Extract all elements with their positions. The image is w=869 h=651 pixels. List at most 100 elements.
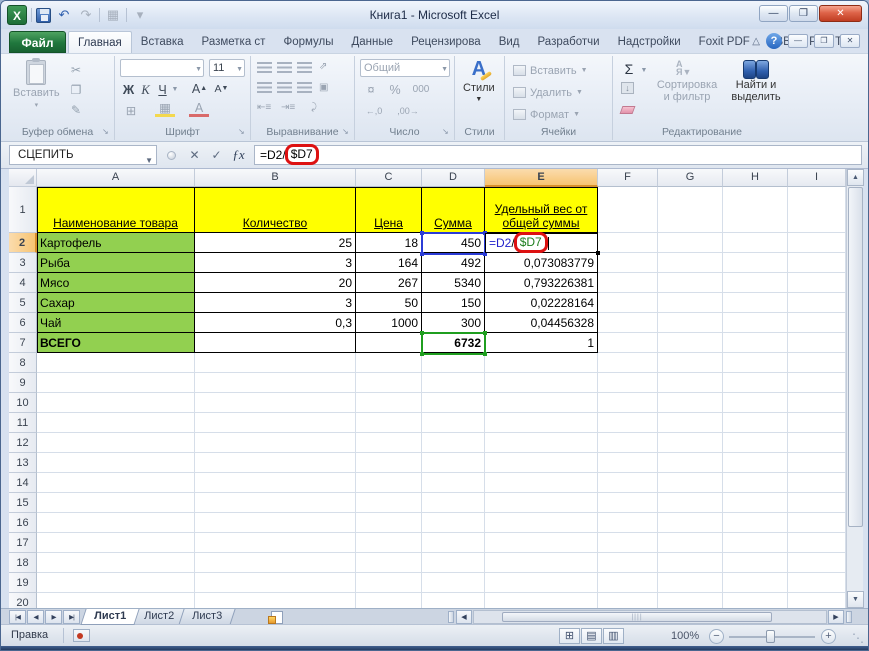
cell-B3[interactable]: 3 — [195, 253, 356, 273]
excel-app-icon[interactable]: X — [7, 5, 27, 25]
workbook-close-button[interactable]: ✕ — [840, 34, 860, 48]
ribbon-tab-данные[interactable]: Данные — [343, 31, 403, 53]
column-header-e[interactable]: E — [485, 169, 598, 187]
hscroll-left-button[interactable]: ◀ — [456, 610, 472, 624]
last-sheet-button[interactable]: ▶| — [63, 610, 80, 624]
ribbon-tab-рецензирова[interactable]: Рецензирова — [402, 31, 490, 53]
increase-indent-button[interactable]: ⇥≡ — [281, 102, 295, 113]
row-header-18[interactable]: 18 — [9, 553, 37, 573]
cell-D2[interactable]: 450 — [422, 233, 485, 253]
column-header-d[interactable]: D — [422, 169, 485, 187]
cell-A3[interactable]: Рыба — [37, 253, 195, 273]
enter-button[interactable]: ✓ — [207, 146, 226, 164]
save-button[interactable] — [36, 8, 51, 23]
ribbon-tab-разметка-ст[interactable]: Разметка ст — [193, 31, 275, 53]
cell-C4[interactable]: 267 — [356, 273, 422, 293]
column-header-f[interactable]: F — [598, 169, 658, 187]
row-header-19[interactable]: 19 — [9, 573, 37, 593]
align-bottom-icon[interactable] — [297, 62, 312, 73]
accounting-format-button[interactable]: ¤ — [361, 81, 381, 99]
cell-B7[interactable] — [195, 333, 356, 353]
cell-A1[interactable]: Наименование товара — [37, 187, 195, 233]
cell-E1[interactable]: Удельный вес от общей суммы — [485, 187, 598, 233]
row-header-2[interactable]: 2 — [9, 233, 37, 253]
row-header-12[interactable]: 12 — [9, 433, 37, 453]
underline-button[interactable]: Ч — [155, 81, 170, 99]
zoom-level[interactable]: 100% — [671, 630, 699, 642]
fill-color-button[interactable]: ▦ — [155, 102, 175, 117]
vertical-scrollbar[interactable]: ▲ ▼ — [846, 169, 863, 608]
prev-sheet-button[interactable]: ◀ — [27, 610, 44, 624]
cell-D4[interactable]: 5340 — [422, 273, 485, 293]
font-size-combo[interactable]: 11▼ — [209, 59, 245, 77]
cell-E2[interactable]: =D2/$D7 — [485, 233, 598, 253]
shrink-font-button[interactable]: А▼ — [213, 80, 230, 98]
cell-D5[interactable]: 150 — [422, 293, 485, 313]
font-dialog-launcher[interactable]: ↘ — [238, 128, 247, 137]
macro-record-button[interactable] — [73, 629, 90, 642]
styles-button[interactable]: А Стили ▼ — [463, 58, 495, 103]
ribbon-tab-главная[interactable]: Главная — [68, 31, 132, 53]
workbook-minimize-button[interactable]: — — [788, 34, 808, 48]
font-name-combo[interactable]: ▼ — [120, 59, 204, 77]
restore-button[interactable]: ❐ — [789, 5, 818, 22]
grow-font-button[interactable]: А▲ — [191, 80, 208, 98]
cell-A7[interactable]: ВСЕГО — [37, 333, 195, 353]
row-header-17[interactable]: 17 — [9, 533, 37, 553]
decrease-indent-button[interactable]: ⇤≡ — [257, 102, 271, 113]
resize-grip[interactable]: ⋱ — [852, 631, 864, 645]
sheet-tab-лист3[interactable]: Лист3 — [179, 609, 236, 625]
horizontal-scroll-thumb[interactable] — [502, 612, 772, 622]
number-format-combo[interactable]: Общий▼ — [360, 59, 450, 77]
cell-E5[interactable]: 0,02228164 — [485, 293, 598, 313]
wrap-text-button[interactable]: ⤸ — [311, 102, 317, 113]
tab-split-handle[interactable] — [448, 611, 454, 623]
orientation-button[interactable]: ⇗ — [319, 61, 327, 72]
cell-D7[interactable]: 6732 — [422, 333, 485, 353]
row-header-8[interactable]: 8 — [9, 353, 37, 373]
page-break-view-button[interactable]: ▥ — [603, 628, 624, 644]
column-header-i[interactable]: I — [788, 169, 846, 187]
undo-button[interactable]: ↶ — [55, 6, 73, 24]
bold-button[interactable]: Ж — [121, 81, 136, 99]
hscroll-split-handle[interactable] — [846, 611, 852, 623]
horizontal-scrollbar[interactable] — [473, 610, 827, 624]
row-header-11[interactable]: 11 — [9, 413, 37, 433]
find-select-button[interactable]: Найти и выделить — [725, 60, 787, 103]
column-header-g[interactable]: G — [658, 169, 723, 187]
cell-B2[interactable]: 25 — [195, 233, 356, 253]
cell-C2[interactable]: 18 — [356, 233, 422, 253]
row-header-6[interactable]: 6 — [9, 313, 37, 333]
ribbon-tab-вид[interactable]: Вид — [490, 31, 529, 53]
cell-grid[interactable]: Наименование товараКоличествоЦенаСуммаУд… — [37, 187, 846, 608]
percent-style-button[interactable]: % — [387, 81, 403, 99]
row-header-1[interactable]: 1 — [9, 187, 37, 233]
clipboard-dialog-launcher[interactable]: ↘ — [102, 128, 111, 137]
clear-button[interactable] — [620, 106, 636, 114]
row-header-16[interactable]: 16 — [9, 513, 37, 533]
cell-A4[interactable]: Мясо — [37, 273, 195, 293]
ribbon-tab-вставка[interactable]: Вставка — [132, 31, 193, 53]
row-header-10[interactable]: 10 — [9, 393, 37, 413]
ribbon-tab-foxit-pdf[interactable]: Foxit PDF — [690, 31, 759, 53]
fill-button[interactable]: ↓ — [621, 82, 634, 94]
help-icon[interactable]: ? — [766, 33, 782, 49]
cell-B1[interactable]: Количество — [195, 187, 356, 233]
formula-input[interactable]: =D2/$D7 — [254, 145, 862, 165]
formula-bar-splitter[interactable] — [167, 151, 176, 160]
zoom-slider-thumb[interactable] — [766, 630, 775, 643]
cell-B4[interactable]: 20 — [195, 273, 356, 293]
format-painter-button[interactable]: ✎ — [67, 102, 85, 119]
scroll-up-button[interactable]: ▲ — [847, 169, 864, 186]
cell-E7[interactable]: 1 — [485, 333, 598, 353]
minimize-button[interactable]: — — [759, 5, 788, 22]
first-sheet-button[interactable]: |◀ — [9, 610, 26, 624]
insert-cells-button[interactable]: Вставить ▼ — [513, 62, 588, 79]
cell-E6[interactable]: 0,04456328 — [485, 313, 598, 333]
vertical-scroll-thumb[interactable] — [848, 187, 863, 527]
row-header-3[interactable]: 3 — [9, 253, 37, 273]
cell-C1[interactable]: Цена — [356, 187, 422, 233]
cell-E4[interactable]: 0,793226381 — [485, 273, 598, 293]
align-left-icon[interactable] — [257, 82, 272, 93]
row-header-5[interactable]: 5 — [9, 293, 37, 313]
